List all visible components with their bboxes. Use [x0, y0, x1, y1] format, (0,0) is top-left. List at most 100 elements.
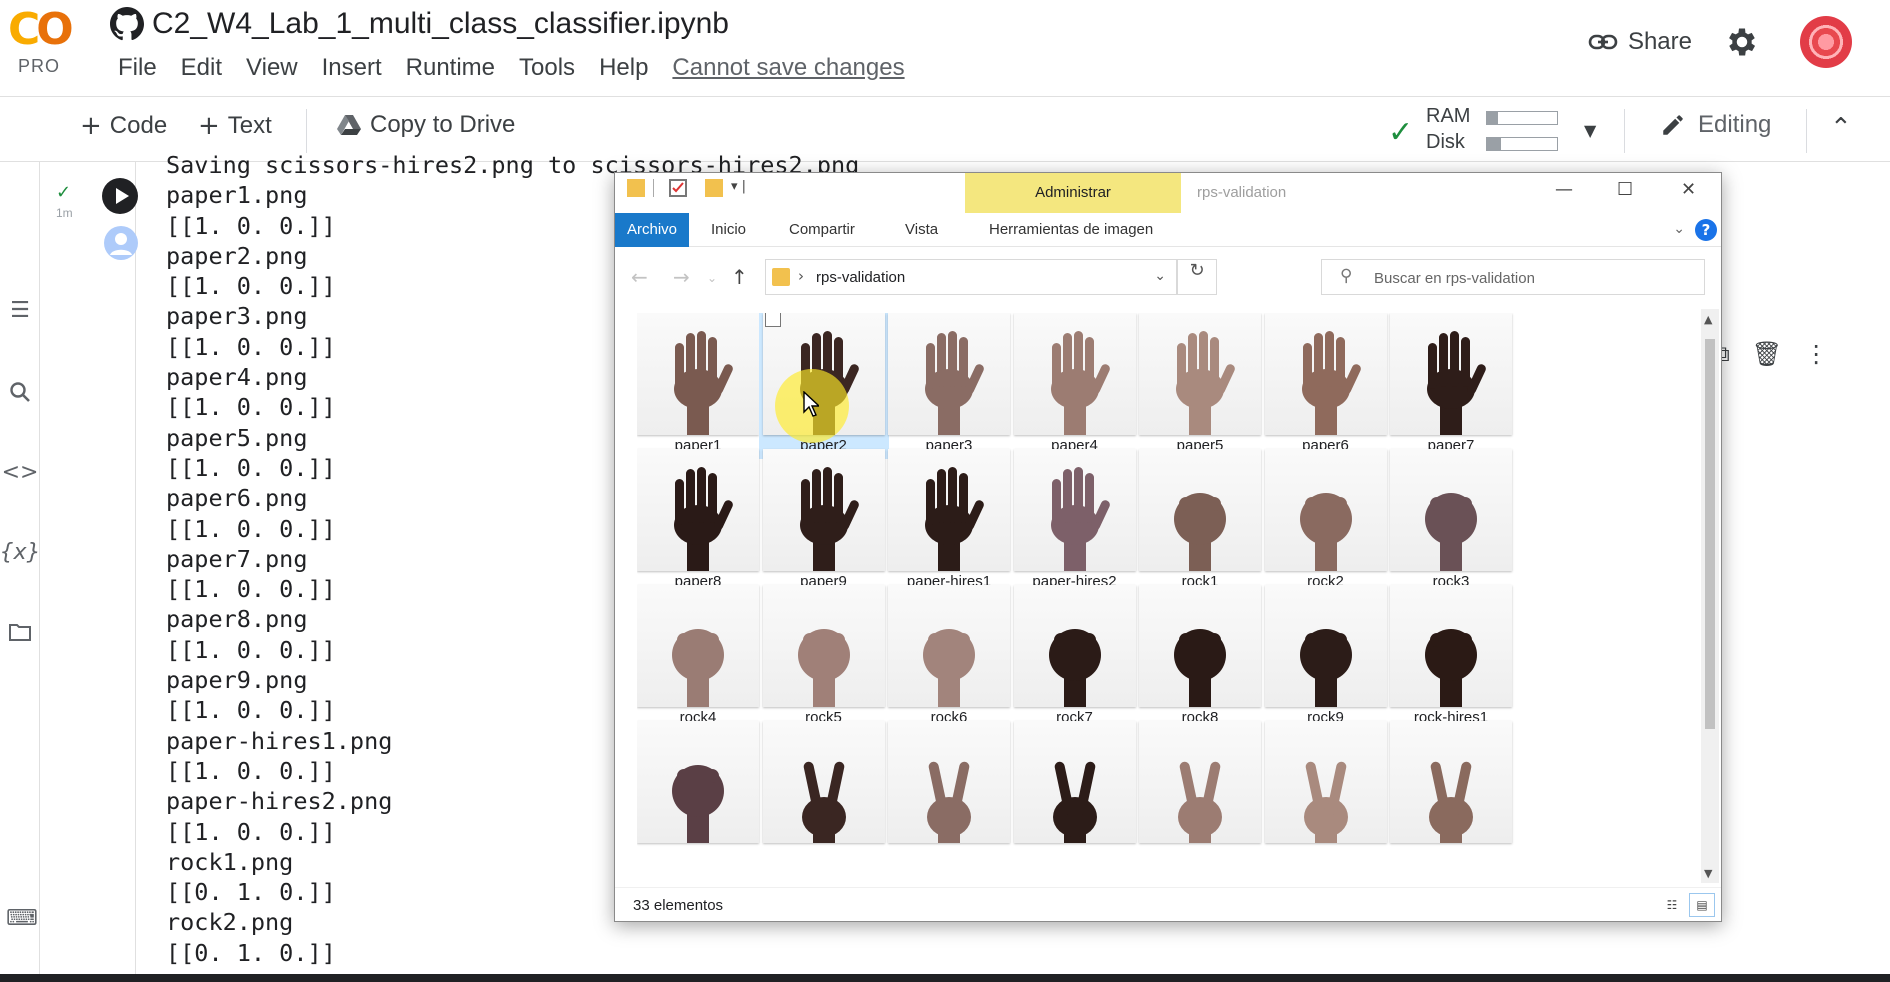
code-snippets-icon[interactable]: <> [2, 456, 39, 488]
file-thumbnail[interactable]: rock5 [759, 581, 889, 731]
back-arrow-icon[interactable]: ← [631, 265, 648, 289]
file-thumbnail[interactable]: rock-hires1 [1386, 581, 1516, 731]
recent-locations-icon[interactable]: ⌄ [707, 271, 717, 285]
explorer-scrollbar[interactable]: ▲ ▼ [1701, 309, 1719, 883]
menu-insert[interactable]: Insert [310, 54, 394, 82]
share-button[interactable]: Share [1588, 28, 1692, 56]
image-preview [762, 585, 885, 707]
quick-access-dropdown-icon[interactable]: ▾ | [731, 179, 746, 194]
file-thumbnail[interactable]: rock6 [884, 581, 1014, 731]
toolbar-divider [1624, 109, 1625, 153]
file-thumbnail[interactable] [637, 717, 763, 867]
address-bar[interactable]: › rps-validation ⌄ [765, 259, 1177, 295]
file-thumbnail[interactable]: rock2 [1261, 445, 1391, 595]
more-options-icon[interactable]: ⋮ [1804, 340, 1828, 368]
copy-to-drive-button[interactable]: Copy to Drive [336, 111, 515, 139]
file-thumbnail[interactable] [884, 717, 1014, 867]
colab-logo[interactable]: CO PRO [8, 4, 88, 84]
new-folder-icon[interactable] [705, 179, 723, 197]
add-text-button[interactable]: + Text [198, 111, 272, 141]
maximize-icon[interactable]: ☐ [1617, 179, 1633, 200]
explorer-search[interactable]: ⚲ [1321, 259, 1705, 295]
file-thumbnail[interactable]: paper8 [637, 445, 763, 595]
search-icon[interactable] [4, 376, 36, 408]
notebook-title[interactable]: C2_W4_Lab_1_multi_class_classifier.ipynb [152, 7, 729, 41]
manage-context-tab[interactable]: Administrar [965, 173, 1181, 213]
file-thumbnail[interactable]: paper2 [758, 313, 889, 459]
file-thumbnail[interactable]: paper5 [1135, 313, 1265, 459]
chevron-down-icon[interactable]: ▼ [1584, 121, 1596, 140]
add-code-button[interactable]: + Code [80, 111, 167, 141]
minimize-icon[interactable]: — [1555, 179, 1573, 200]
file-thumbnail[interactable]: paper6 [1261, 313, 1391, 459]
file-thumbnail[interactable]: paper3 [884, 313, 1014, 459]
ribbon-tab-compartir[interactable]: Compartir [777, 213, 867, 247]
image-preview [1390, 721, 1512, 843]
file-thumbnail[interactable]: paper4 [1010, 313, 1140, 459]
run-cell-button[interactable] [102, 178, 138, 214]
file-thumbnail[interactable]: rock7 [1010, 581, 1140, 731]
gear-icon[interactable] [1724, 24, 1760, 60]
files-icon[interactable] [4, 616, 36, 648]
output-line: paper8.png [166, 605, 308, 634]
chevron-down-icon[interactable]: ⌄ [1154, 268, 1166, 284]
ribbon-tab-archivo[interactable]: Archivo [615, 213, 690, 247]
explorer-search-input[interactable] [1374, 267, 1694, 289]
table-of-contents-icon[interactable]: ☰ [4, 294, 36, 326]
file-thumbnail[interactable]: paper-hires2 [1010, 445, 1140, 595]
collapse-header-icon[interactable]: ⌃ [1830, 113, 1852, 143]
file-thumbnail[interactable]: paper-hires1 [884, 445, 1014, 595]
file-thumbnail[interactable]: paper7 [1386, 313, 1516, 459]
image-preview [888, 449, 1010, 571]
ribbon-tab-herramientas[interactable]: Herramientas de imagen [977, 213, 1165, 247]
variables-icon[interactable]: {x} [0, 536, 41, 568]
cannot-save-link[interactable]: Cannot save changes [660, 54, 916, 82]
account-avatar[interactable] [1800, 16, 1852, 68]
file-thumbnail[interactable]: paper1 [637, 313, 763, 459]
menu-runtime[interactable]: Runtime [394, 54, 507, 82]
scroll-thumb[interactable] [1705, 339, 1715, 729]
help-icon[interactable]: ? [1695, 219, 1717, 241]
file-thumbnail[interactable]: rock3 [1386, 445, 1516, 595]
copy-to-drive-label: Copy to Drive [370, 111, 516, 138]
output-line: [[1. 0. 0.]] [166, 756, 336, 785]
resource-monitor[interactable]: ✓ RAM Disk ▼ [1388, 103, 1608, 159]
ribbon-tab-inicio[interactable]: Inicio [699, 213, 758, 247]
refresh-icon[interactable]: ↻ [1177, 259, 1217, 295]
menu-help[interactable]: Help [587, 54, 660, 82]
file-thumbnail[interactable] [1135, 717, 1265, 867]
file-thumbnail[interactable] [1261, 717, 1391, 867]
output-line: paper9.png [166, 666, 308, 695]
file-thumbnail[interactable] [1010, 717, 1140, 867]
menu-file[interactable]: File [106, 54, 169, 82]
ribbon-tab-vista[interactable]: Vista [893, 213, 950, 247]
image-preview [1013, 313, 1136, 435]
menu-tools[interactable]: Tools [507, 54, 587, 82]
output-line: paper3.png [166, 302, 308, 331]
properties-icon[interactable] [669, 179, 687, 197]
output-line: [[1. 0. 0.]] [166, 635, 336, 664]
file-thumbnail[interactable] [759, 717, 889, 867]
large-icons-view-icon[interactable]: ▤ [1689, 893, 1715, 917]
select-checkbox[interactable] [764, 313, 781, 327]
menu-view[interactable]: View [234, 54, 310, 82]
file-thumbnail[interactable]: rock8 [1135, 581, 1265, 731]
up-arrow-icon[interactable]: ↑ [731, 265, 748, 289]
details-view-icon[interactable]: ☷ [1659, 893, 1685, 917]
file-thumbnail[interactable]: rock9 [1261, 581, 1391, 731]
file-thumbnail[interactable]: paper9 [759, 445, 889, 595]
scroll-up-icon[interactable]: ▲ [1704, 313, 1712, 326]
editing-mode-button[interactable]: Editing [1660, 111, 1771, 139]
menu-edit[interactable]: Edit [169, 54, 234, 82]
expand-ribbon-icon[interactable]: ⌄ [1673, 221, 1685, 237]
forward-arrow-icon[interactable]: → [673, 265, 690, 289]
file-thumbnail[interactable]: rock1 [1135, 445, 1265, 595]
image-preview [1390, 313, 1512, 435]
folder-icon [772, 268, 790, 286]
close-icon[interactable]: ✕ [1681, 179, 1696, 200]
file-thumbnail[interactable]: rock4 [637, 581, 763, 731]
delete-cell-icon[interactable]: 🗑 [1752, 340, 1782, 368]
file-thumbnail[interactable] [1386, 717, 1516, 867]
keyboard-icon[interactable]: ⌨ [6, 906, 38, 931]
scroll-down-icon[interactable]: ▼ [1704, 867, 1712, 880]
